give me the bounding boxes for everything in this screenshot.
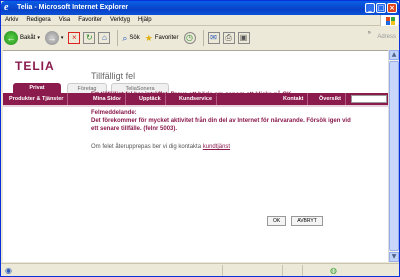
maximize-button[interactable]: □: [376, 3, 386, 13]
error-contact-text: Om felet återupprepas ber vi dig kontakt…: [91, 144, 203, 150]
search-label: Sök: [129, 35, 140, 41]
error-title: Tillfälligt fel: [91, 71, 136, 81]
error-message: Ett tillfälligt fel har inträffat. Prova…: [91, 92, 294, 98]
status-bar: ◉ ◍: [1, 263, 399, 276]
back-button[interactable]: ← Bakåt ▾: [4, 31, 40, 45]
browser-window: e Telia - Microsoft Internet Explorer _ …: [0, 0, 400, 277]
search-icon: ⌕: [122, 32, 128, 43]
scroll-down-icon[interactable]: ▼: [389, 252, 399, 262]
mail-icon[interactable]: ✉: [207, 32, 220, 44]
window-controls: _ □ ×: [365, 3, 397, 13]
edit-icon[interactable]: ▣: [237, 32, 250, 44]
back-label: Bakåt: [20, 35, 36, 41]
minimize-button[interactable]: _: [365, 3, 375, 13]
window-title: Telia - Microsoft Internet Explorer: [17, 4, 129, 11]
toolbar: ← Bakåt ▾ → ▾ × ↻ ⌂ ⌕ Sök ★ Favoriter ◷ …: [1, 27, 399, 49]
page-status-icon: ◉: [5, 265, 12, 275]
favorites-label: Favoriter: [154, 35, 179, 41]
favorites-star-icon: ★: [144, 32, 153, 43]
refresh-icon[interactable]: ↻: [83, 32, 96, 44]
site-search-input[interactable]: [351, 95, 387, 103]
menu-arkiv[interactable]: Arkiv: [5, 17, 18, 23]
internet-zone-icon: ◍: [329, 265, 337, 275]
scroll-up-icon[interactable]: ▲: [389, 50, 399, 60]
error-content: Tillfälligt fel Ett tillfälligt fel har …: [91, 71, 351, 151]
menu-favoriter[interactable]: Favoriter: [78, 17, 102, 23]
error-buttons: OK AVBRYT: [267, 216, 323, 226]
nav-produkter[interactable]: Produkter & Tjänster: [5, 93, 69, 105]
address-label: Adress: [377, 34, 396, 40]
back-arrow-icon: ←: [4, 31, 18, 45]
menu-hjalp[interactable]: Hjälp: [138, 17, 152, 23]
search-button[interactable]: ⌕ Sök: [122, 33, 139, 44]
forward-arrow-icon: →: [44, 31, 59, 45]
forward-button[interactable]: → ▾: [44, 31, 63, 45]
error-contact: Om felet återupprepas ber vi dig kontakt…: [91, 143, 351, 151]
cancel-button[interactable]: AVBRYT: [291, 216, 323, 226]
error-detail: Det förekommer för mycket aktivitet från…: [91, 118, 351, 132]
ok-button[interactable]: OK: [267, 216, 287, 226]
telia-logo[interactable]: TELIA: [15, 59, 55, 73]
favorites-button[interactable]: ★ Favoriter: [145, 33, 179, 44]
scroll-thumb[interactable]: [389, 61, 399, 251]
error-label: Felmeddelande:: [91, 110, 137, 116]
home-icon[interactable]: ⌂: [98, 32, 111, 44]
print-icon[interactable]: ⎙: [222, 32, 235, 44]
toolbar-overflow-icon[interactable]: »: [368, 30, 371, 36]
stop-icon[interactable]: ×: [68, 32, 81, 44]
vertical-scrollbar[interactable]: ▲ ▼: [388, 50, 399, 262]
menu-verktyg[interactable]: Verktyg: [110, 17, 130, 23]
history-icon[interactable]: ◷: [183, 32, 196, 44]
ie-icon: e: [4, 2, 9, 13]
menu-bar: Arkiv Redigera Visa Favoriter Verktyg Hj…: [1, 15, 399, 26]
close-button[interactable]: ×: [387, 3, 397, 13]
title-bar[interactable]: e Telia - Microsoft Internet Explorer _ …: [1, 1, 399, 15]
tab-privat[interactable]: Privat: [13, 83, 61, 93]
menu-redigera[interactable]: Redigera: [26, 17, 50, 23]
kundtjanst-link[interactable]: kundtjänst: [203, 144, 230, 150]
menu-visa[interactable]: Visa: [59, 17, 71, 23]
windows-logo-icon: [380, 15, 398, 26]
